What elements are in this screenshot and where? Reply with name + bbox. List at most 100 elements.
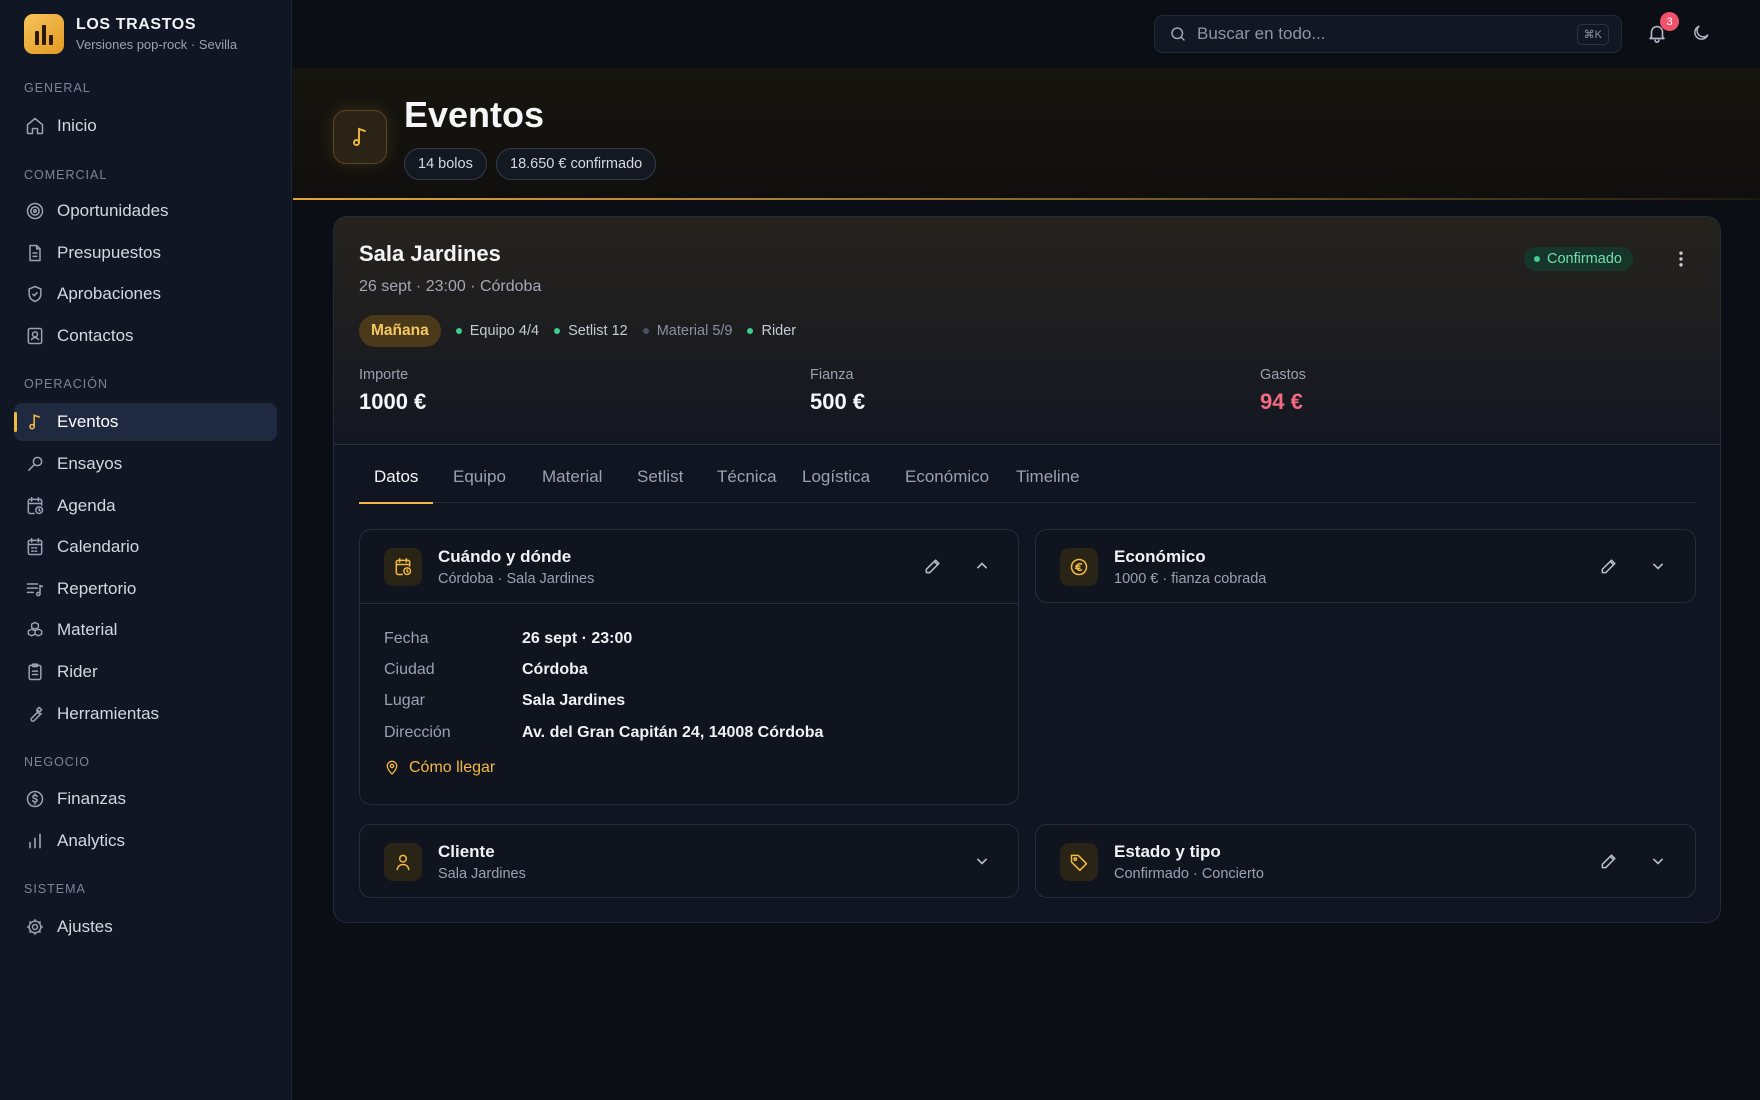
sidebar-item-contactos[interactable]: Contactos xyxy=(14,317,277,355)
sidebar-item-calendario[interactable]: Calendario xyxy=(14,528,277,566)
status-badge: Confirmado xyxy=(1524,247,1633,271)
pencil-icon[interactable] xyxy=(923,556,943,576)
directions-link[interactable]: Cómo llegar xyxy=(384,759,495,777)
document-icon xyxy=(29,244,41,262)
panel-header[interactable]: Cuándo y dónde Córdoba · Sala Jardines xyxy=(360,530,1018,602)
chevron-down-icon[interactable] xyxy=(1648,556,1668,576)
metric-label: Importe xyxy=(359,367,409,383)
panel-status-type[interactable]: Estado y tipo Confirmado · Concierto xyxy=(1035,824,1696,898)
sidebar-item-ajustes[interactable]: Ajustes xyxy=(14,908,277,946)
tag-equipo: Equipo 4/4 xyxy=(455,323,539,339)
music-list-icon xyxy=(26,583,44,597)
page-icon xyxy=(333,110,387,164)
search-input[interactable] xyxy=(1197,24,1557,44)
stat-pill-confirmado: 18.650 € confirmado xyxy=(496,148,657,180)
more-vertical-icon[interactable] xyxy=(1671,248,1691,270)
tag-setlist: Setlist 12 xyxy=(554,323,628,339)
event-card: Sala Jardines 26 sept · 23:00 · Córdoba … xyxy=(333,216,1721,923)
sidebar-item-label: Herramientas xyxy=(57,704,160,723)
tab-equipo[interactable]: Equipo xyxy=(438,451,521,503)
search-icon xyxy=(1171,27,1185,41)
pencil-icon[interactable] xyxy=(1599,851,1619,871)
sidebar-item-label: Repertorio xyxy=(57,579,137,598)
tag-highlight: Mañana xyxy=(359,315,441,347)
metric-value: 500 € xyxy=(810,389,866,414)
calendar-clock-icon xyxy=(395,557,412,576)
pencil-icon[interactable] xyxy=(1599,556,1619,576)
chevron-down-icon[interactable] xyxy=(972,851,992,871)
sidebar-item-finanzas[interactable]: Finanzas xyxy=(14,780,277,818)
panel-title: Cliente xyxy=(438,842,495,861)
status-dot xyxy=(747,328,754,334)
sidebar-item-rider[interactable]: Rider xyxy=(14,653,277,691)
section-label-sistema: SISTEMA xyxy=(24,882,86,896)
status-dot xyxy=(642,328,649,334)
chevron-down-icon[interactable] xyxy=(1648,851,1668,871)
page-title: Eventos xyxy=(404,94,545,135)
panel-header[interactable]: Económico 1000 € · fianza cobrada xyxy=(1036,530,1695,602)
sidebar-item-oportunidades[interactable]: Oportunidades xyxy=(14,192,277,230)
sidebar-item-repertorio[interactable]: Repertorio xyxy=(14,570,277,608)
tab-datos[interactable]: Datos xyxy=(359,451,434,504)
tab-timeline[interactable]: Timeline xyxy=(1001,451,1095,503)
search-bar[interactable]: ⌘K xyxy=(1154,15,1622,53)
panel-header[interactable]: Cliente Sala Jardines xyxy=(360,825,1018,897)
panel-header[interactable]: Estado y tipo Confirmado · Concierto xyxy=(1036,825,1695,897)
status-label: Confirmado xyxy=(1547,251,1622,267)
brand[interactable]: LOS TRASTOS Versiones pop-rock · Sevilla xyxy=(24,14,237,54)
music-note-icon xyxy=(29,414,40,430)
stat-pill-bolos: 14 bolos xyxy=(404,148,487,180)
panel-icon xyxy=(1060,843,1098,881)
status-dot xyxy=(455,328,462,334)
shield-check-icon xyxy=(28,285,42,303)
sidebar-item-agenda[interactable]: Agenda xyxy=(14,487,277,525)
field-direccion: Dirección Av. del Gran Capitán 24, 14008… xyxy=(384,724,824,741)
sidebar-item-ensayos[interactable]: Ensayos xyxy=(14,445,277,483)
user-icon xyxy=(396,854,410,871)
moon-icon[interactable] xyxy=(1691,23,1711,43)
sidebar-item-label: Calendario xyxy=(57,537,140,556)
tab-tecnica[interactable]: Técnica xyxy=(702,451,792,503)
tab-material[interactable]: Material xyxy=(527,451,617,503)
tag-material: Material 5/9 xyxy=(642,323,732,339)
panel-subtitle: 1000 € · fianza cobrada xyxy=(1114,571,1267,587)
sidebar-item-label: Aprobaciones xyxy=(57,284,161,303)
section-label-general: GENERAL xyxy=(24,81,91,95)
microphone-icon xyxy=(28,456,43,471)
metric-importe: Importe 1000 € xyxy=(359,367,426,415)
sidebar-item-herramientas[interactable]: Herramientas xyxy=(14,695,277,733)
chevron-up-icon[interactable] xyxy=(972,556,992,576)
panel-icon xyxy=(384,548,422,586)
metric-label: Fianza xyxy=(810,367,854,383)
tab-logistica[interactable]: Logística xyxy=(787,451,885,503)
sidebar-item-label: Finanzas xyxy=(57,789,126,808)
status-dot xyxy=(554,328,561,334)
sidebar: LOS TRASTOS Versiones pop-rock · Sevilla… xyxy=(0,0,292,1100)
sidebar-item-label: Analytics xyxy=(57,831,126,850)
sidebar-item-aprobaciones[interactable]: Aprobaciones xyxy=(14,275,277,313)
bar-chart-icon xyxy=(29,833,41,849)
bar-chart-logo-icon xyxy=(24,14,64,54)
sidebar-item-analytics[interactable]: Analytics xyxy=(14,822,277,860)
panel-when-where: Cuándo y dónde Córdoba · Sala Jardines F… xyxy=(359,529,1019,805)
sidebar-item-presupuestos[interactable]: Presupuestos xyxy=(14,234,277,272)
metric-value: 94 € xyxy=(1260,389,1303,414)
music-note-icon xyxy=(353,127,366,146)
sidebar-item-inicio[interactable]: Inicio xyxy=(14,107,277,145)
calendar-icon xyxy=(27,537,43,556)
sidebar-item-eventos[interactable]: Eventos xyxy=(14,403,277,441)
panel-economic[interactable]: Económico 1000 € · fianza cobrada xyxy=(1035,529,1696,603)
sidebar-item-material[interactable]: Material xyxy=(14,611,277,649)
contact-card-icon xyxy=(27,327,43,345)
metric-fianza: Fianza 500 € xyxy=(810,367,865,415)
panel-title: Cuándo y dónde xyxy=(438,547,572,566)
tab-economico[interactable]: Económico xyxy=(890,451,1004,503)
panel-client[interactable]: Cliente Sala Jardines xyxy=(359,824,1019,898)
sidebar-item-label: Ensayos xyxy=(57,454,123,473)
notification-badge: 3 xyxy=(1660,12,1679,31)
map-pin-icon xyxy=(386,760,398,775)
sidebar-item-label: Agenda xyxy=(57,496,116,515)
sidebar-item-label: Contactos xyxy=(57,326,134,345)
tab-setlist[interactable]: Setlist xyxy=(622,451,698,503)
sidebar-item-label: Eventos xyxy=(57,412,119,431)
